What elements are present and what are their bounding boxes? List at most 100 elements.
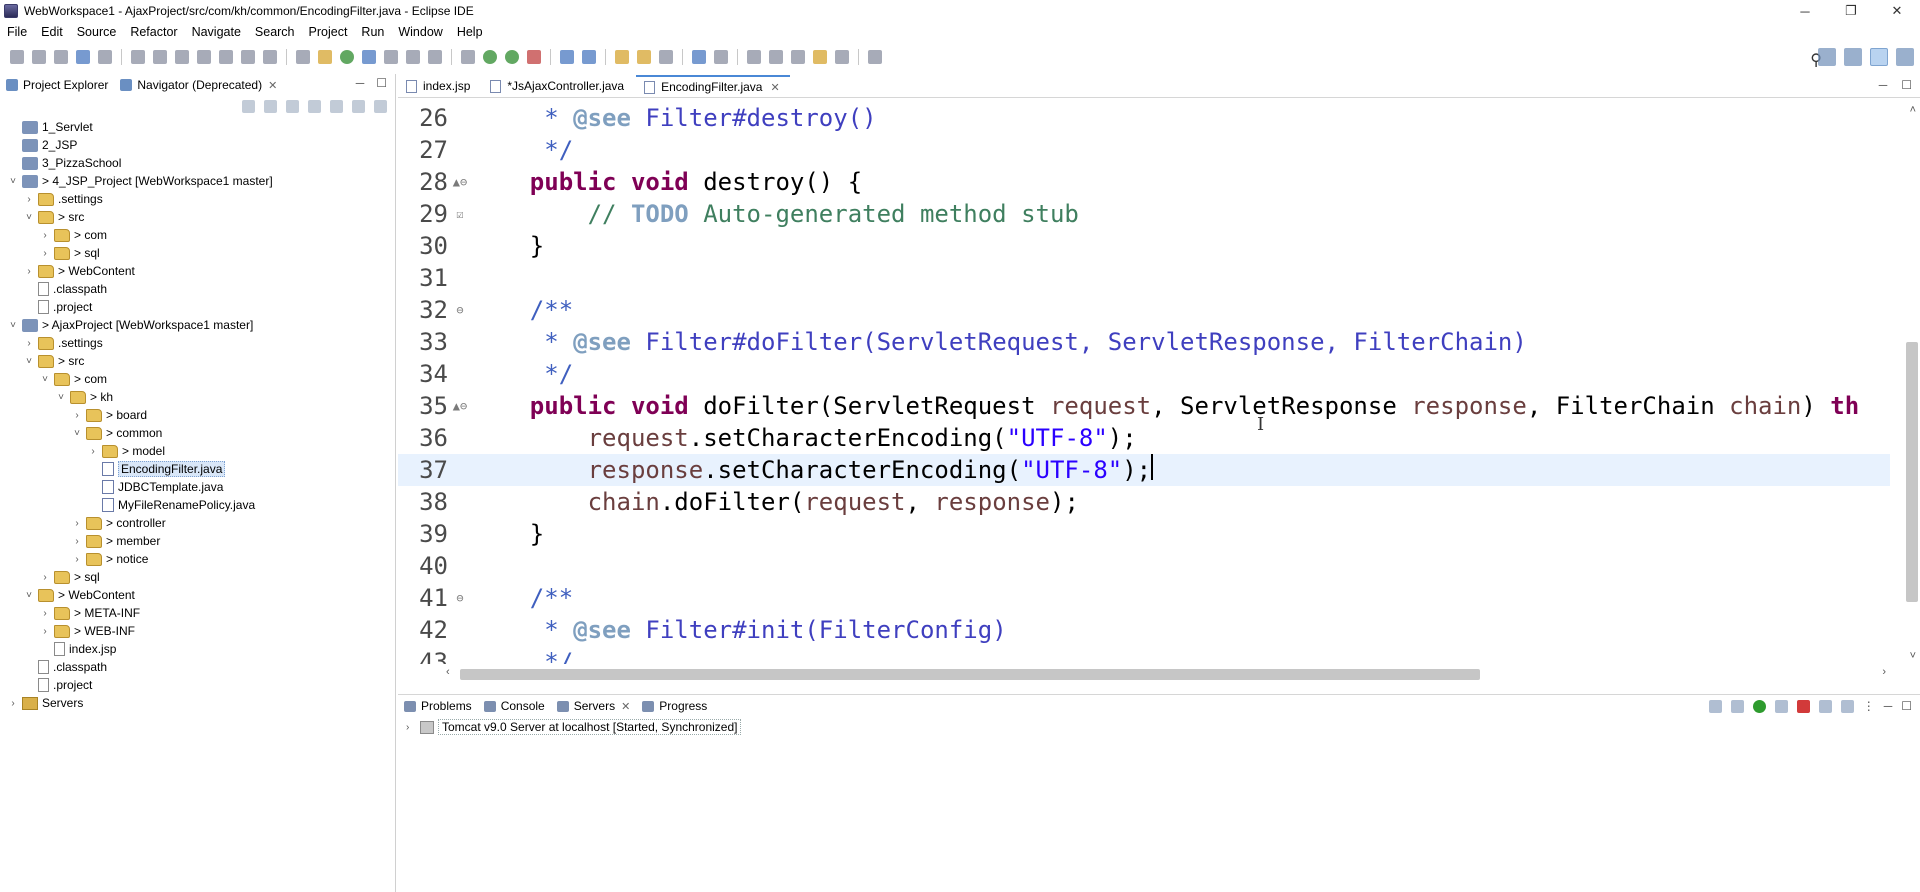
vertical-scrollbar[interactable]: ˄ ˅ [1890,102,1920,664]
menu-edit[interactable]: Edit [34,25,70,39]
next-annotation-icon[interactable] [747,50,761,64]
chevron-icon[interactable]: › [24,338,34,349]
save-all-icon[interactable] [54,50,68,64]
horizontal-scrollbar[interactable]: ‹ › [446,666,1886,682]
tree-item[interactable]: ˅ > common [0,424,396,442]
menu-help[interactable]: Help [450,25,490,39]
chevron-icon[interactable]: › [40,608,50,619]
tree-item[interactable]: › .settings [0,190,396,208]
code-line[interactable]: 41 ⊖ /** [398,582,1890,614]
last-edit-location-icon[interactable] [791,50,805,64]
tree-item[interactable]: › Servers [0,694,396,712]
tree-item[interactable]: ˅ > AjaxProject [WebWorkspace1 master] [0,316,396,334]
debug-icon[interactable] [461,50,475,64]
search-tool-icon[interactable] [659,50,673,64]
tab-servers[interactable]: Servers ✕ [550,695,637,717]
chevron-icon[interactable]: › [40,626,50,637]
tree-item[interactable]: .project [0,298,396,316]
chevron-icon[interactable]: ˅ [24,212,34,223]
mark-occurrences-icon[interactable] [318,50,332,64]
fold-marker-icon[interactable]: ▲⊖ [448,390,472,422]
show-whitespace-icon[interactable] [428,50,442,64]
tree-item[interactable]: › > sql [0,244,396,262]
open-task-icon[interactable] [637,50,651,64]
code-line[interactable]: 42 * @see Filter#init(FilterConfig) [398,614,1890,646]
debug-server-icon[interactable] [1730,699,1744,713]
step-into-icon[interactable] [219,50,233,64]
chevron-icon[interactable]: › [24,266,34,277]
stop-server-icon[interactable] [1796,699,1810,713]
chevron-icon[interactable]: ˅ [40,374,50,385]
spring-icon[interactable] [340,50,354,64]
code-line[interactable]: 40 [398,550,1890,582]
tree-item[interactable]: .project [0,676,396,694]
tree-item[interactable]: › > controller [0,514,396,532]
tree-item[interactable]: 3_PizzaSchool [0,154,396,172]
chevron-icon[interactable]: ˅ [8,176,18,187]
maximize-panel-icon[interactable]: ☐ [1901,699,1912,713]
chevron-icon[interactable]: ˅ [56,392,66,403]
code-line[interactable]: 34 */ [398,358,1890,390]
debug-perspective-icon[interactable] [1896,48,1914,66]
minimize-panel-icon[interactable]: ─ [1879,78,1888,92]
word-wrap-icon[interactable] [406,50,420,64]
code-line[interactable]: 43 */ [398,646,1890,664]
fold-marker-icon[interactable]: ⊖ [448,582,472,614]
code-line[interactable]: 27 */ [398,134,1890,166]
tree-item[interactable]: ˅ > 4_JSP_Project [WebWorkspace1 master] [0,172,396,190]
open-console-icon[interactable] [76,50,90,64]
tree-item[interactable]: .classpath [0,658,396,676]
tree-item[interactable]: ˅ > src [0,352,396,370]
chevron-icon[interactable]: › [24,194,34,205]
new-java-project-icon[interactable] [560,50,574,64]
back-arrow-icon[interactable] [242,100,255,113]
publish-icon[interactable] [1818,699,1832,713]
minimize-panel-icon[interactable]: ─ [1884,699,1893,713]
maximize-button[interactable]: ❐ [1828,0,1874,22]
block-selection-icon[interactable] [384,50,398,64]
fold-marker-icon[interactable]: ▲⊖ [448,166,472,198]
resume-icon[interactable] [131,50,145,64]
tree-item[interactable]: › > sql [0,568,396,586]
tree-item[interactable]: MyFileRenamePolicy.java [0,496,396,514]
tree-item[interactable]: ˅ > src [0,208,396,226]
disconnect-icon[interactable] [197,50,211,64]
tree-item[interactable]: › > board [0,406,396,424]
up-folder-icon[interactable] [286,100,299,113]
menu-file[interactable]: File [0,25,34,39]
code-line[interactable]: 31 [398,262,1890,294]
menu-run[interactable]: Run [354,25,391,39]
run-icon[interactable] [483,50,497,64]
collapse-all-icon[interactable] [308,100,321,113]
web-browser-icon[interactable] [692,50,706,64]
forward-icon[interactable] [835,50,849,64]
code-line[interactable]: 28 ▲⊖ public void destroy() { [398,166,1890,198]
new-icon[interactable] [10,50,24,64]
tree-item[interactable]: › > member [0,532,396,550]
tab-encodingfilter[interactable]: EncodingFilter.java ✕ [636,75,790,97]
chevron-icon[interactable]: ˅ [24,590,34,601]
chevron-icon[interactable]: › [72,518,82,529]
tree-item[interactable]: index.jsp [0,640,396,658]
chevron-icon[interactable]: › [88,446,98,457]
tab-project-explorer[interactable]: Project Explorer [0,74,114,96]
tree-item[interactable]: › .settings [0,334,396,352]
tree-item[interactable]: ˅ > com [0,370,396,388]
code-line[interactable]: 36 request .setCharacterEncoding("UTF-8")… [398,422,1890,454]
chevron-icon[interactable]: › [40,248,50,259]
profile-server-icon[interactable] [1774,699,1788,713]
clean-icon[interactable] [1840,699,1854,713]
coverage-icon[interactable] [505,50,519,64]
skip-breakpoints-icon[interactable] [98,50,112,64]
close-icon[interactable]: ✕ [770,81,779,94]
tree-item[interactable]: › > model [0,442,396,460]
minimize-panel-icon[interactable]: ─ [356,76,365,90]
fold-marker-icon[interactable]: ☑ [448,198,472,230]
maximize-panel-icon[interactable]: ☐ [1901,78,1912,92]
tree-item[interactable]: › > WebContent [0,262,396,280]
menu-window[interactable]: Window [391,25,449,39]
view-menu-icon[interactable]: ⋮ [1863,699,1875,713]
tab-console[interactable]: Console [478,695,551,717]
scroll-left-icon[interactable]: ‹ [446,666,450,678]
server-entry[interactable]: › Tomcat v9.0 Server at localhost [Start… [406,717,1920,737]
